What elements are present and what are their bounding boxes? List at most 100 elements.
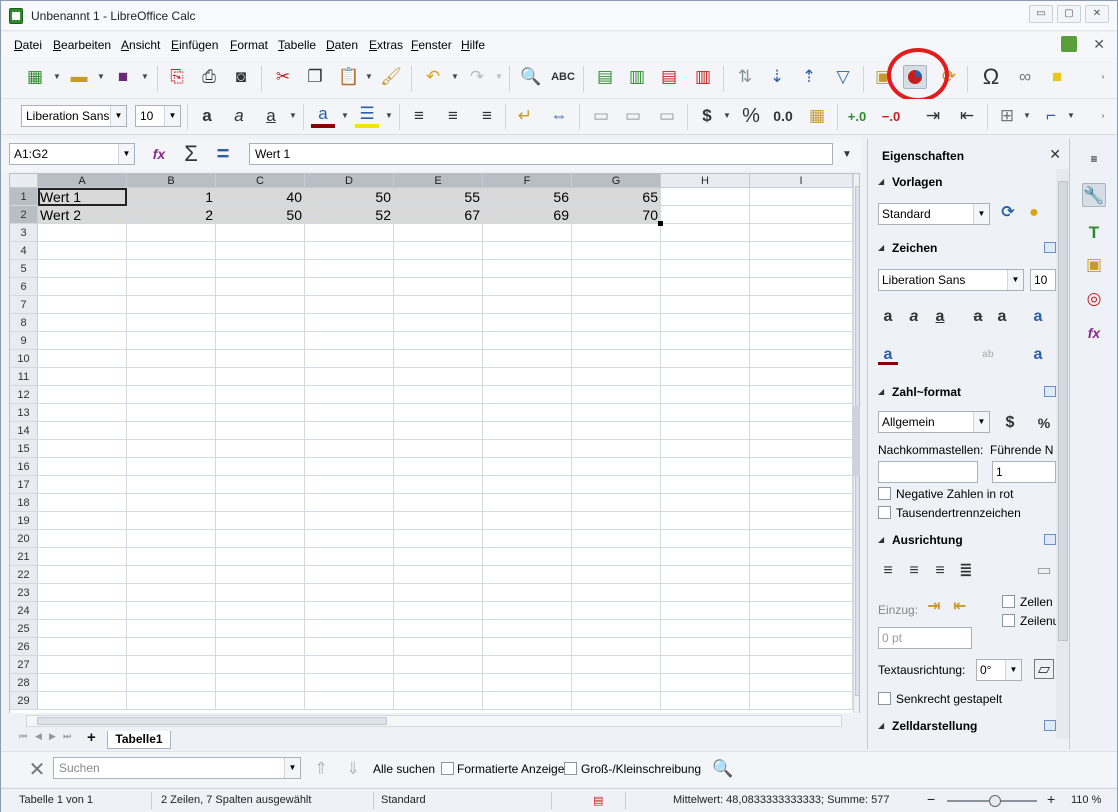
table-cell[interactable] <box>661 512 750 530</box>
table-cell[interactable] <box>394 224 483 242</box>
table-cell[interactable] <box>216 440 305 458</box>
shadow-icon[interactable]: a <box>992 307 1012 327</box>
formula-input[interactable]: Wert 1 <box>249 143 833 165</box>
table-cell[interactable] <box>483 476 572 494</box>
table-cell[interactable] <box>394 602 483 620</box>
table-cell[interactable] <box>661 530 750 548</box>
increase-indent-icon[interactable]: ⇥ <box>924 597 944 617</box>
table-cell[interactable] <box>483 224 572 242</box>
table-cell[interactable] <box>216 692 305 710</box>
row-header[interactable]: 10 <box>10 350 38 368</box>
formula-summary[interactable]: Mittelwert: 48,0833333333333; Summe: 577 <box>673 794 889 806</box>
table-cell[interactable] <box>394 692 483 710</box>
row-header[interactable]: 4 <box>10 242 38 260</box>
row-header[interactable]: 15 <box>10 440 38 458</box>
table-cell[interactable] <box>572 458 661 476</box>
table-cell[interactable] <box>750 278 853 296</box>
table-cell[interactable] <box>483 278 572 296</box>
table-cell[interactable] <box>483 296 572 314</box>
table-cell[interactable] <box>38 674 127 692</box>
zoom-level[interactable]: 110 % <box>1071 794 1101 806</box>
table-cell[interactable]: 65 <box>572 188 661 206</box>
table-cell[interactable] <box>305 530 394 548</box>
close-document-button[interactable]: ✕ <box>1093 36 1105 53</box>
text-orientation-select[interactable]: 0° ▼ <box>976 659 1022 681</box>
row-header[interactable]: 1 <box>10 188 38 206</box>
table-cell[interactable] <box>483 458 572 476</box>
number-format-icon[interactable]: 0.0 <box>771 104 795 128</box>
navigator-deck-icon[interactable]: ◎ <box>1082 287 1106 311</box>
table-cell[interactable] <box>572 602 661 620</box>
styles-deck-icon[interactable]: T <box>1082 221 1106 245</box>
print-icon[interactable]: ⎙ <box>197 65 221 89</box>
undo-icon[interactable]: ↶ <box>421 65 445 89</box>
insert-row-icon[interactable]: ▤ <box>593 65 617 89</box>
table-cell[interactable] <box>661 260 750 278</box>
row-header[interactable]: 28 <box>10 674 38 692</box>
table-cell[interactable] <box>216 494 305 512</box>
bold-icon[interactable]: a <box>195 104 219 128</box>
section-styles[interactable]: Vorlagen <box>874 171 1056 193</box>
table-cell[interactable] <box>483 584 572 602</box>
table-cell[interactable] <box>750 332 853 350</box>
align-top-icon[interactable]: ▭ <box>589 104 613 128</box>
zoom-out-button[interactable]: − <box>927 791 935 807</box>
table-cell[interactable] <box>661 206 750 224</box>
table-cell[interactable] <box>661 494 750 512</box>
table-cell[interactable] <box>394 296 483 314</box>
table-cell[interactable] <box>661 242 750 260</box>
table-cell[interactable] <box>572 440 661 458</box>
currency-format-icon[interactable]: $ <box>1000 413 1020 433</box>
row-header[interactable]: 13 <box>10 404 38 422</box>
more-options-icon[interactable] <box>1044 386 1056 397</box>
table-cell[interactable] <box>305 566 394 584</box>
table-cell[interactable] <box>216 368 305 386</box>
table-cell[interactable] <box>661 674 750 692</box>
table-cell[interactable] <box>394 656 483 674</box>
row-header[interactable]: 11 <box>10 368 38 386</box>
table-cell[interactable] <box>38 278 127 296</box>
thousands-separator-checkbox[interactable] <box>878 506 891 519</box>
table-cell[interactable] <box>216 512 305 530</box>
row-header[interactable]: 29 <box>10 692 38 710</box>
font-size-combo[interactable]: 10 ▼ <box>135 105 181 127</box>
more-options-icon[interactable] <box>1044 720 1056 731</box>
row-header[interactable]: 22 <box>10 566 38 584</box>
document-modified-icon[interactable]: ▤ <box>593 794 603 807</box>
table-cell[interactable] <box>394 332 483 350</box>
table-cell[interactable] <box>750 494 853 512</box>
table-cell[interactable] <box>216 332 305 350</box>
align-right-icon[interactable]: ≡ <box>930 561 950 581</box>
row-header[interactable]: 23 <box>10 584 38 602</box>
page-style[interactable]: Standard <box>381 794 426 806</box>
table-cell[interactable] <box>750 242 853 260</box>
decimal-places-spinner[interactable] <box>878 461 978 483</box>
style-select[interactable]: Standard ▼ <box>878 203 990 225</box>
table-cell[interactable] <box>216 566 305 584</box>
table-cell[interactable]: 67 <box>394 206 483 224</box>
table-cell[interactable] <box>661 224 750 242</box>
table-cell[interactable] <box>661 638 750 656</box>
table-cell[interactable] <box>127 386 216 404</box>
table-cell[interactable] <box>572 278 661 296</box>
comment-icon[interactable]: ■ <box>1045 65 1069 89</box>
zoom-in-button[interactable]: + <box>1047 791 1055 807</box>
table-cell[interactable] <box>572 656 661 674</box>
paste-dropdown-arrow[interactable]: ▼ <box>365 65 373 89</box>
table-cell[interactable] <box>483 566 572 584</box>
table-cell[interactable] <box>127 584 216 602</box>
table-cell[interactable] <box>750 260 853 278</box>
new-style-icon[interactable]: ● <box>1024 203 1044 223</box>
background-color-icon[interactable]: ☰ <box>355 104 379 128</box>
table-cell[interactable] <box>127 278 216 296</box>
maximize-button[interactable]: ▢ <box>1057 5 1081 23</box>
table-cell[interactable] <box>305 602 394 620</box>
table-cell[interactable]: 50 <box>216 206 305 224</box>
name-box[interactable]: A1:G2 ▼ <box>9 143 135 165</box>
table-cell[interactable] <box>127 440 216 458</box>
table-cell[interactable] <box>38 350 127 368</box>
chevron-down-icon[interactable]: ▼ <box>1005 660 1021 680</box>
table-cell[interactable] <box>572 422 661 440</box>
undo-dropdown-arrow[interactable]: ▼ <box>451 65 459 89</box>
menu-data[interactable]: Daten <box>326 38 358 52</box>
